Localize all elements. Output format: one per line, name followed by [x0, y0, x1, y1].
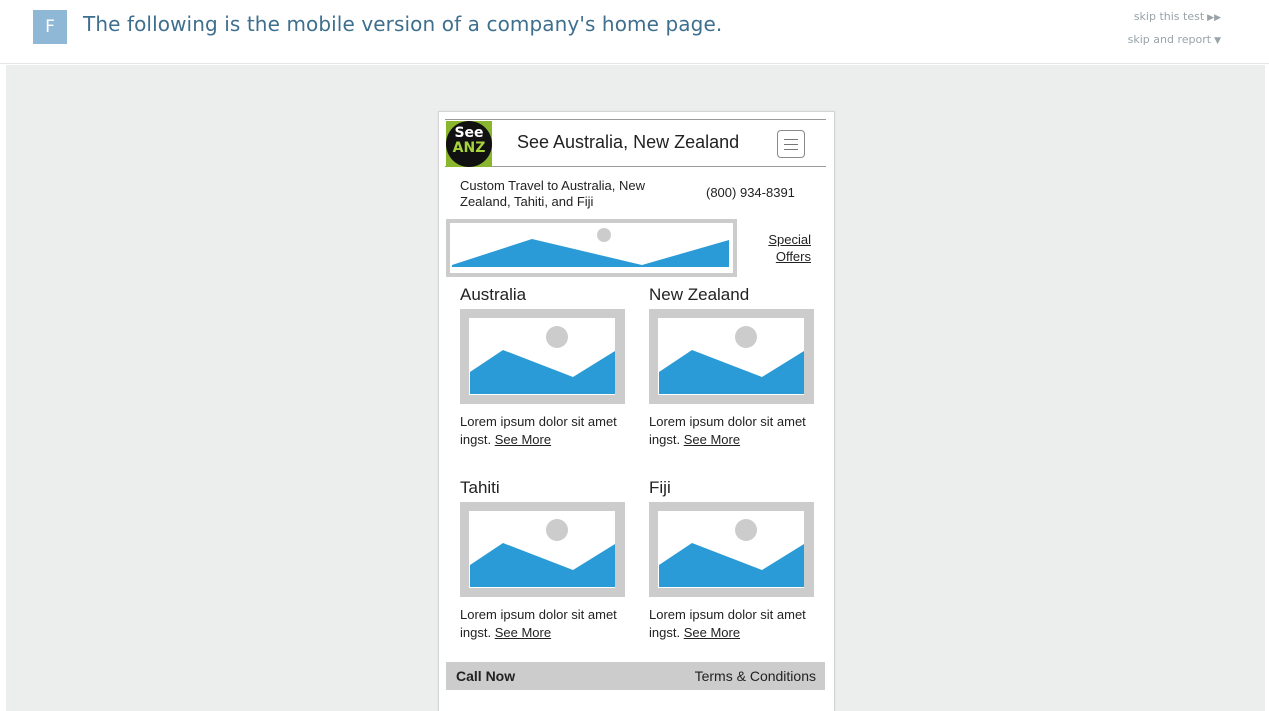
logo-line2: ANZ [452, 140, 486, 156]
skip-report-label: skip and report [1127, 33, 1212, 46]
destination-card-tahiti[interactable]: Tahiti Lorem ipsum dolor sit amet ingst.… [460, 478, 625, 648]
destination-title: Fiji [649, 478, 671, 497]
mockup-footer: Call Now Terms & Conditions [446, 662, 825, 690]
destination-card-new-zealand[interactable]: New Zealand Lorem ipsum dolor sit amet i… [649, 285, 814, 455]
destination-image-placeholder [460, 502, 625, 597]
destination-title: Australia [460, 285, 527, 304]
fast-forward-icon: ▶▶ [1207, 13, 1221, 23]
logo-mark: See ANZ [446, 121, 492, 167]
destination-description: Lorem ipsum dolor sit amet ingst. See Mo… [460, 606, 625, 642]
image-placeholder-icon [469, 318, 615, 395]
logo-line1: See [454, 125, 484, 141]
skip-test-label: skip this test [1133, 10, 1205, 23]
special-offers-link[interactable]: Special Offers [755, 231, 811, 265]
destination-description: Lorem ipsum dolor sit amet ingst. See Mo… [460, 413, 625, 449]
site-logo: See ANZ [446, 121, 492, 167]
phone-number[interactable]: (800) 934-8391 [706, 185, 795, 200]
skip-test-link[interactable]: skip this test ▶▶ [1134, 10, 1221, 23]
hamburger-menu-icon[interactable] [777, 130, 805, 158]
destination-image-placeholder [649, 502, 814, 597]
image-placeholder-icon [450, 223, 733, 273]
site-title: See Australia, New Zealand [517, 132, 740, 152]
skip-and-report-dropdown[interactable]: skip and report ▼ [1128, 33, 1221, 46]
destination-description: Lorem ipsum dolor sit amet ingst. See Mo… [649, 606, 814, 642]
destination-image-placeholder [460, 309, 625, 404]
call-now-button[interactable]: Call Now [456, 668, 515, 684]
mockup-header: See ANZ See Australia, New Zealand [445, 119, 826, 167]
destination-title: New Zealand [649, 285, 750, 304]
test-header: F The following is the mobile version of… [0, 0, 1269, 64]
test-instruction: The following is the mobile version of a… [83, 12, 723, 36]
destination-card-australia[interactable]: Australia Lorem ipsum dolor sit amet ing… [460, 285, 625, 455]
image-placeholder-icon [469, 511, 615, 588]
see-more-link[interactable]: See More [495, 432, 551, 447]
image-placeholder-icon [658, 318, 804, 395]
terms-link[interactable]: Terms & Conditions [695, 668, 816, 684]
destination-card-fiji[interactable]: Fiji Lorem ipsum dolor sit amet ingst. S… [649, 478, 814, 648]
see-more-link[interactable]: See More [495, 625, 551, 640]
mobile-mockup: See ANZ See Australia, New Zealand Custo… [438, 111, 835, 711]
destination-title: Tahiti [460, 478, 500, 497]
banner-image-placeholder [446, 219, 737, 277]
destination-description: Lorem ipsum dolor sit amet ingst. See Mo… [649, 413, 814, 449]
see-more-link[interactable]: See More [684, 432, 740, 447]
see-more-link[interactable]: See More [684, 625, 740, 640]
image-placeholder-icon [658, 511, 804, 588]
destination-image-placeholder [649, 309, 814, 404]
tagline: Custom Travel to Australia, New Zealand,… [460, 178, 645, 209]
caret-down-icon: ▼ [1214, 36, 1221, 46]
test-type-badge: F [33, 10, 67, 44]
